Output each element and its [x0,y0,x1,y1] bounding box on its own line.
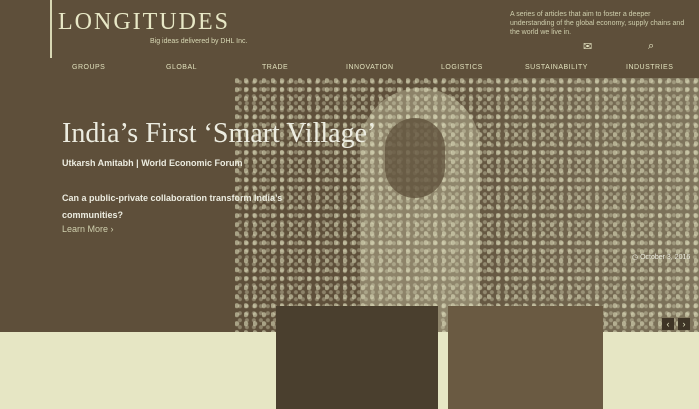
nav-item-groups[interactable]: GROUPS [72,64,105,71]
clock-icon: ◷ [632,254,641,261]
nav-item-industries[interactable]: INDUSTRIES [626,64,673,71]
nav-item-trade[interactable]: TRADE [262,64,288,71]
article-thumbnail-2[interactable] [448,306,603,409]
next-slide-button[interactable]: › [678,318,690,330]
site-logo[interactable]: LONGITUDES [58,9,230,36]
hero-date: ◷ October 3, 2016 [632,253,690,261]
search-icon[interactable]: ⌕ [648,40,654,53]
hero-date-text: October 3, 2016 [640,254,691,261]
nav-item-sustainability[interactable]: SUSTAINABILITY [525,64,588,71]
hero-excerpt: Can a public-private collaboration trans… [62,193,283,220]
content-area [0,306,699,409]
article-thumbnail-1[interactable] [276,306,438,409]
mail-icon[interactable]: ✉ [583,40,592,53]
main-nav: GROUPS GLOBAL TRADE INNOVATION LOGISTICS… [0,58,699,78]
header-blurb: A series of articles that aim to foster … [510,11,685,36]
nav-item-global[interactable]: GLOBAL [166,64,197,71]
hero-title[interactable]: India’s First ‘Smart Village’ [62,118,376,150]
nav-item-logistics[interactable]: LOGISTICS [441,64,483,71]
hero-byline: Utkarsh Amitabh | World Economic Forum [62,158,243,168]
site-header: LONGITUDES Big ideas delivered by DHL In… [0,0,699,100]
hero-slider[interactable]: India’s First ‘Smart Village’ Utkarsh Am… [0,78,699,332]
site-tagline: Big ideas delivered by DHL Inc. [150,38,248,45]
learn-more-link[interactable]: Learn More › [62,224,114,234]
nav-item-innovation[interactable]: INNOVATION [346,64,394,71]
hero-person-face [385,118,445,198]
prev-slide-button[interactable]: ‹ [662,318,674,330]
